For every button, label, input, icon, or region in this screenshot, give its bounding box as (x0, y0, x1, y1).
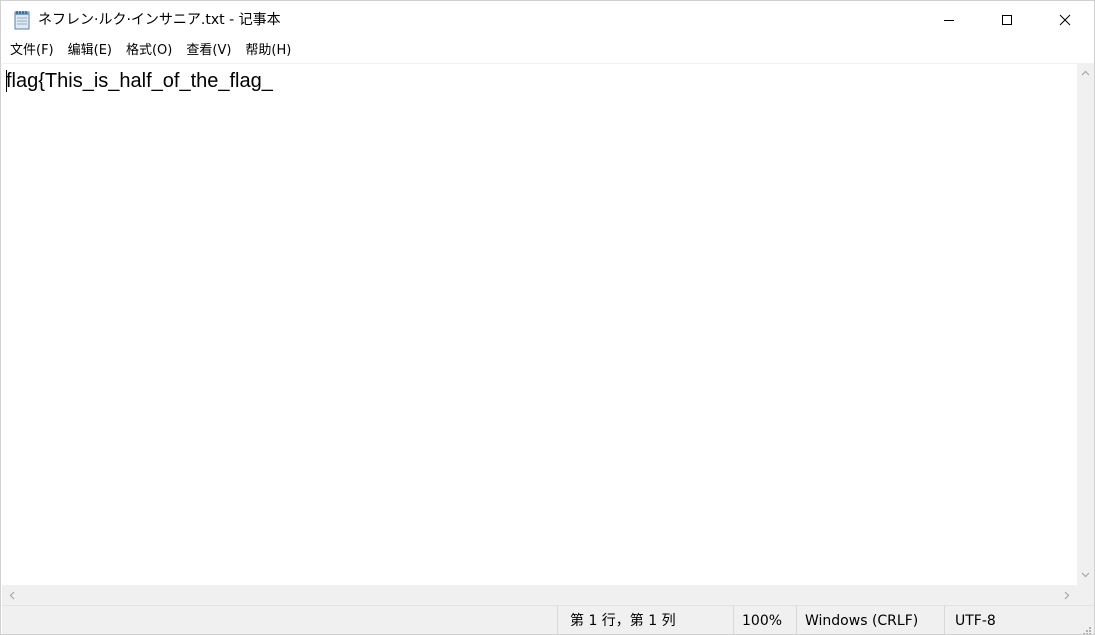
status-bar: 第 1 行，第 1 列 100% Windows (CRLF) UTF-8 (2, 605, 1094, 634)
scroll-up-button[interactable] (1077, 63, 1094, 83)
status-line-ending: Windows (CRLF) (796, 606, 944, 634)
scroll-corner (1077, 585, 1094, 605)
horizontal-scrollbar[interactable] (2, 585, 1077, 605)
text-caret (6, 70, 7, 92)
chevron-left-icon (9, 591, 15, 599)
vertical-scrollbar[interactable] (1077, 63, 1094, 585)
chevron-up-icon (1081, 70, 1090, 76)
minimize-button[interactable] (920, 1, 978, 39)
close-button[interactable] (1036, 1, 1094, 39)
status-cursor-position: 第 1 行，第 1 列 (557, 606, 733, 634)
editor-content: flag{This_is_half_of_the_flag_ (6, 70, 273, 92)
menu-file[interactable]: 文件(F) (1, 39, 61, 63)
maximize-button[interactable] (978, 1, 1036, 39)
scroll-down-button[interactable] (1077, 565, 1094, 585)
chevron-down-icon (1081, 572, 1090, 578)
scroll-right-button[interactable] (1057, 585, 1077, 605)
menu-bar: 文件(F) 编辑(E) 格式(O) 查看(V) 帮助(H) (1, 39, 1094, 63)
maximize-icon (1002, 15, 1012, 25)
status-zoom: 100% (733, 606, 796, 634)
notepad-window: ネフレン·ルク·インサニア.txt - 记事本 文件(F) 编辑(E) 格式(O… (0, 0, 1095, 635)
menu-format[interactable]: 格式(O) (119, 39, 179, 63)
text-editor[interactable]: flag{This_is_half_of_the_flag_ (2, 63, 1077, 586)
menu-help[interactable]: 帮助(H) (238, 39, 298, 63)
menu-edit[interactable]: 编辑(E) (61, 39, 119, 63)
notepad-icon (13, 10, 31, 30)
chevron-right-icon (1064, 591, 1070, 599)
title-bar[interactable]: ネフレン·ルク·インサニア.txt - 记事本 (1, 1, 1094, 39)
minimize-icon (944, 20, 954, 21)
window-title: ネフレン·ルク·インサニア.txt - 记事本 (38, 12, 281, 28)
scroll-left-button[interactable] (2, 585, 22, 605)
resize-grip-icon[interactable] (1080, 621, 1092, 634)
status-encoding: UTF-8 (944, 606, 1074, 634)
close-icon (1059, 14, 1071, 26)
menu-view[interactable]: 查看(V) (179, 39, 238, 63)
